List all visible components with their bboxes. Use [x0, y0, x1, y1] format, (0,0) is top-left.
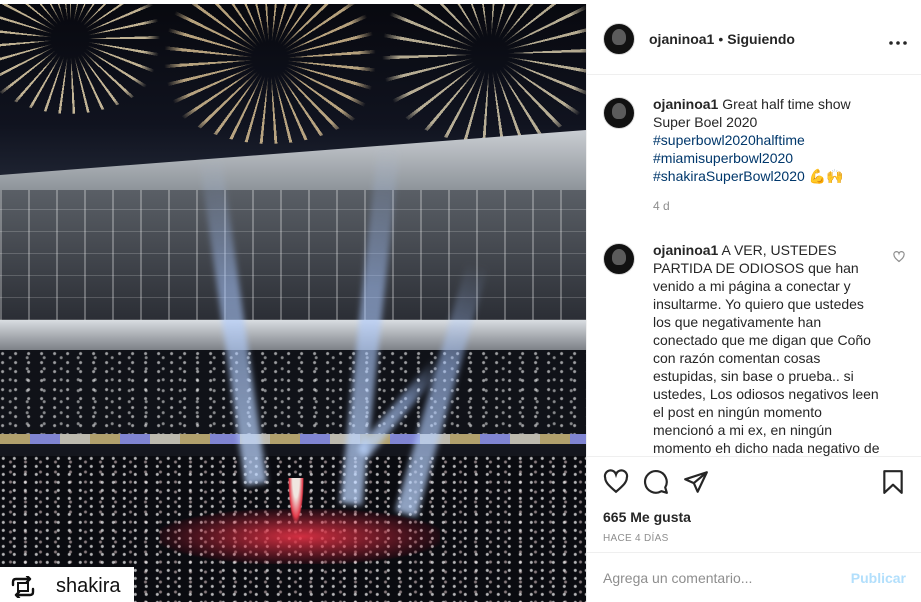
- bookmark-icon[interactable]: [880, 469, 906, 495]
- more-options-icon[interactable]: [889, 29, 907, 50]
- post-panel: ojaninoa1 • Siguiendo ojaninoa1 Great ha…: [586, 4, 921, 602]
- follow-button[interactable]: Siguiendo: [727, 31, 795, 47]
- separator: •: [718, 31, 724, 47]
- stadium-truss: [0, 190, 586, 320]
- avatar[interactable]: [603, 97, 635, 129]
- post-header: ojaninoa1 • Siguiendo: [587, 4, 921, 75]
- hashtag-link[interactable]: #shakiraSuperBowl2020: [653, 168, 805, 184]
- avatar[interactable]: [603, 23, 635, 55]
- share-icon[interactable]: [683, 469, 709, 495]
- caption-age[interactable]: 4 d: [653, 199, 905, 213]
- led-ribbon: [0, 434, 586, 444]
- caption-emojis: 💪🙌: [808, 168, 844, 184]
- avatar[interactable]: [603, 243, 635, 275]
- header-username[interactable]: ojaninoa1: [649, 31, 714, 47]
- fireworks: [370, 4, 586, 144]
- comment-input[interactable]: [603, 569, 851, 586]
- caption: ojaninoa1 Great half time show Super Boe…: [603, 95, 905, 227]
- action-icons: [603, 467, 906, 497]
- repost-icon: [11, 575, 35, 598]
- comments-list[interactable]: ojaninoa1 Great half time show Super Boe…: [587, 75, 921, 456]
- hashtag-link[interactable]: #miamisuperbowl2020: [653, 150, 793, 166]
- list-item: ojaninoa1 A VER, USTEDES PARTIDA DE ODIO…: [603, 241, 905, 456]
- caption-body: ojaninoa1 Great half time show Super Boe…: [653, 95, 885, 185]
- post-actions: 665 Me gusta HACE 4 DÍAS: [587, 456, 921, 544]
- comment-icon[interactable]: [643, 469, 669, 495]
- hashtag-link[interactable]: #superbowl2020halftime: [653, 132, 805, 148]
- add-comment-bar: Publicar: [587, 552, 921, 602]
- comment-text: A VER, USTEDES PARTIDA DE ODIOSOS que ha…: [653, 242, 880, 456]
- repost-username: shakira: [56, 575, 121, 597]
- comment-body: ojaninoa1 A VER, USTEDES PARTIDA DE ODIO…: [653, 241, 885, 456]
- repost-tag: shakira: [0, 567, 135, 602]
- fireworks: [0, 4, 170, 114]
- heart-icon[interactable]: [893, 251, 905, 263]
- post-timestamp[interactable]: HACE 4 DÍAS: [603, 533, 906, 544]
- heart-icon[interactable]: [603, 469, 629, 495]
- publish-button[interactable]: Publicar: [851, 570, 906, 586]
- stadium-ring: [0, 320, 586, 350]
- performer: [288, 478, 304, 524]
- crowd-upper: [0, 350, 586, 434]
- post-photo[interactable]: shakira: [0, 4, 586, 602]
- fireworks: [150, 4, 390, 144]
- likes-count[interactable]: 665 Me gusta: [603, 509, 906, 525]
- caption-username[interactable]: ojaninoa1: [653, 96, 718, 112]
- comment-username[interactable]: ojaninoa1: [653, 242, 718, 258]
